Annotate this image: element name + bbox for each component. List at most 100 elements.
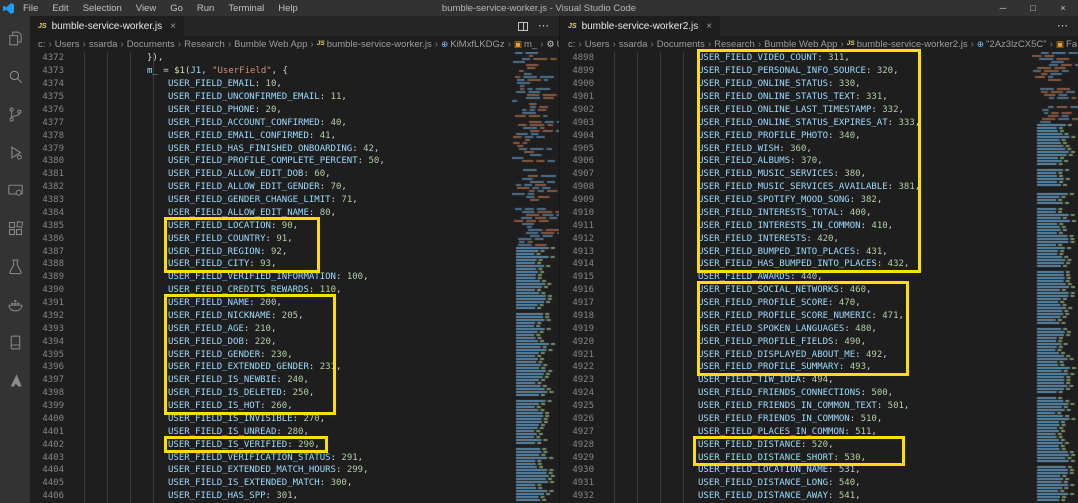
breadcrumb-item[interactable]: Bumble Web App — [234, 39, 307, 50]
code-line[interactable]: 4905USER_FIELD_WISH: 360, — [560, 142, 1078, 155]
breadcrumb-item[interactable]: ⚙U — [547, 39, 559, 50]
code-line[interactable]: 4384USER_FIELD_ALLOW_EDIT_NAME: 80, — [30, 207, 559, 220]
menu-edit[interactable]: Edit — [45, 0, 75, 16]
menu-terminal[interactable]: Terminal — [221, 0, 271, 16]
code-line[interactable]: 4918USER_FIELD_PROFILE_SCORE_NUMERIC: 47… — [560, 310, 1078, 323]
menu-help[interactable]: Help — [271, 0, 305, 16]
code-line[interactable]: 4916USER_FIELD_SOCIAL_NETWORKS: 460, — [560, 284, 1078, 297]
breadcrumb-item[interactable]: Bumble Web App — [764, 39, 837, 50]
code-line[interactable]: 4402USER_FIELD_IS_VERIFIED: 290, — [30, 438, 559, 451]
code-line[interactable]: 4380USER_FIELD_PROFILE_COMPLETE_PERCENT:… — [30, 155, 559, 168]
code-line[interactable]: 4393USER_FIELD_AGE: 210, — [30, 322, 559, 335]
code-line[interactable]: 4919USER_FIELD_SPOKEN_LANGUAGES: 480, — [560, 322, 1078, 335]
code-line[interactable]: 4391USER_FIELD_NAME: 200, — [30, 297, 559, 310]
code-line[interactable]: 4396USER_FIELD_EXTENDED_GENDER: 231, — [30, 361, 559, 374]
explorer-icon[interactable] — [0, 19, 30, 57]
code-line[interactable]: 4925USER_FIELD_FRIENDS_IN_COMMON_TEXT: 5… — [560, 400, 1078, 413]
breadcrumb-item[interactable]: Users — [585, 39, 610, 50]
code-line[interactable]: 4921USER_FIELD_DISPLAYED_ABOUT_ME: 492, — [560, 348, 1078, 361]
code-line[interactable]: 4390USER_FIELD_CREDITS_REWARDS: 110, — [30, 284, 559, 297]
code-line[interactable]: 4373m_ = $1(J1, "UserField", { — [30, 65, 559, 78]
code-line[interactable]: 4400USER_FIELD_IS_INVISIBLE: 270, — [30, 413, 559, 426]
code-line[interactable]: 4404USER_FIELD_EXTENDED_MATCH_HOURS: 299… — [30, 464, 559, 477]
code-line[interactable]: 4909USER_FIELD_SPOTIFY_MOOD_SONG: 382, — [560, 194, 1078, 207]
code-line[interactable]: 4927USER_FIELD_PLACES_IN_COMMON: 511, — [560, 425, 1078, 438]
code-line[interactable]: 4372}), — [30, 52, 559, 65]
menu-selection[interactable]: Selection — [76, 0, 129, 16]
menu-file[interactable]: File — [16, 0, 45, 16]
search-icon[interactable] — [0, 57, 30, 95]
minimize-button[interactable]: ─ — [988, 0, 1018, 16]
code-line[interactable]: 4900USER_FIELD_ONLINE_STATUS: 330, — [560, 78, 1078, 91]
minimap[interactable] — [507, 52, 559, 503]
breadcrumb-item[interactable]: ▣Fa — [1056, 39, 1077, 50]
code-line[interactable]: 4910USER_FIELD_INTERESTS_TOTAL: 400, — [560, 207, 1078, 220]
breadcrumb-item[interactable]: ▣m_ — [514, 39, 537, 50]
code-line[interactable]: 4378USER_FIELD_EMAIL_CONFIRMED: 41, — [30, 129, 559, 142]
breadcrumb-item[interactable]: c: — [38, 39, 45, 50]
breadcrumb-item[interactable]: ssarda — [619, 39, 648, 50]
code-line[interactable]: 4376USER_FIELD_PHONE: 20, — [30, 104, 559, 117]
code-line[interactable]: 4899USER_FIELD_PERSONAL_INFO_SOURCE: 320… — [560, 65, 1078, 78]
code-line[interactable]: 4388USER_FIELD_CITY: 93, — [30, 258, 559, 271]
code-line[interactable]: 4915USER_FIELD_AWARDS: 440, — [560, 271, 1078, 284]
code-line[interactable]: 4928USER_FIELD_DISTANCE: 520, — [560, 438, 1078, 451]
code-line[interactable]: 4908USER_FIELD_MUSIC_SERVICES_AVAILABLE:… — [560, 181, 1078, 194]
maximize-restore-button[interactable]: □ — [1018, 0, 1048, 16]
code-line[interactable]: 4377USER_FIELD_ACCOUNT_CONFIRMED: 40, — [30, 116, 559, 129]
code-line[interactable]: 4397USER_FIELD_IS_NEWBIE: 240, — [30, 374, 559, 387]
code-line[interactable]: 4381USER_FIELD_ALLOW_EDIT_DOB: 60, — [30, 168, 559, 181]
code-line[interactable]: 4405USER_FIELD_IS_EXTENDED_MATCH: 300, — [30, 477, 559, 490]
breadcrumb-item[interactable]: ssarda — [89, 39, 118, 50]
code-line[interactable]: 4924USER_FIELD_FRIENDS_CONNECTIONS: 500, — [560, 387, 1078, 400]
code-line[interactable]: 4375USER_FIELD_UNCONFIRMED_EMAIL: 11, — [30, 91, 559, 104]
code-line[interactable]: 4406USER_FIELD_HAS_SPP: 301, — [30, 490, 559, 503]
tab-bumble-service-worker2[interactable]: JS bumble-service-worker2.js × — [560, 16, 720, 36]
code-line[interactable]: 4395USER_FIELD_GENDER: 230, — [30, 348, 559, 361]
code-line[interactable]: 4399USER_FIELD_IS_HOT: 260, — [30, 400, 559, 413]
code-line[interactable]: 4920USER_FIELD_PROFILE_FIELDS: 490, — [560, 335, 1078, 348]
breadcrumb-item[interactable]: Users — [55, 39, 80, 50]
breadcrumb-item[interactable]: Documents — [127, 39, 175, 50]
code-line[interactable]: 4389USER_FIELD_VERIFIED_INFORMATION: 100… — [30, 271, 559, 284]
code-line[interactable]: 4932USER_FIELD_DISTANCE_AWAY: 541, — [560, 490, 1078, 503]
breadcrumb-item[interactable]: c: — [568, 39, 575, 50]
code-line[interactable]: 4386USER_FIELD_COUNTRY: 91, — [30, 232, 559, 245]
code-line[interactable]: 4930USER_FIELD_LOCATION_NAME: 531, — [560, 464, 1078, 477]
source-control-icon[interactable] — [0, 95, 30, 133]
docker-icon[interactable] — [0, 285, 30, 323]
breadcrumb-item[interactable]: JSbumble-service-worker2.js — [847, 39, 968, 50]
menu-go[interactable]: Go — [163, 0, 190, 16]
close-button[interactable]: × — [1048, 0, 1078, 16]
code-line[interactable]: 4398USER_FIELD_IS_DELETED: 250, — [30, 387, 559, 400]
code-line[interactable]: 4374USER_FIELD_EMAIL: 10, — [30, 78, 559, 91]
code-line[interactable]: 4906USER_FIELD_ALBUMS: 370, — [560, 155, 1078, 168]
more-actions-icon[interactable]: ⋯ — [538, 21, 549, 32]
menu-run[interactable]: Run — [190, 0, 221, 16]
code-line[interactable]: 4904USER_FIELD_PROFILE_PHOTO: 340, — [560, 129, 1078, 142]
code-line[interactable]: 4914USER_FIELD_HAS_BUMPED_INTO_PLACES: 4… — [560, 258, 1078, 271]
run-and-debug-icon[interactable] — [0, 133, 30, 171]
code-line[interactable]: 4901USER_FIELD_ONLINE_STATUS_TEXT: 331, — [560, 91, 1078, 104]
code-line[interactable]: 4383USER_FIELD_GENDER_CHANGE_LIMIT: 71, — [30, 194, 559, 207]
breadcrumb-item[interactable]: Research — [184, 39, 225, 50]
code-line[interactable]: 4902USER_FIELD_ONLINE_LAST_TIMESTAMP: 33… — [560, 104, 1078, 117]
breadcrumb-item[interactable]: ⊕"2Az3lzCX5C" — [977, 39, 1047, 50]
code-line[interactable]: 4912USER_FIELD_INTERESTS: 420, — [560, 232, 1078, 245]
code-editor[interactable]: 4372}),4373m_ = $1(J1, "UserField", {437… — [30, 52, 559, 503]
code-line[interactable]: 4929USER_FIELD_DISTANCE_SHORT: 530, — [560, 451, 1078, 464]
breadcrumb-item[interactable]: Documents — [657, 39, 705, 50]
menu-view[interactable]: View — [129, 0, 163, 16]
code-line[interactable]: 4911USER_FIELD_INTERESTS_IN_COMMON: 410, — [560, 219, 1078, 232]
close-tab-icon[interactable]: × — [706, 21, 712, 32]
code-line[interactable]: 4401USER_FIELD_IS_UNREAD: 280, — [30, 425, 559, 438]
code-line[interactable]: 4913USER_FIELD_BUMPED_INTO_PLACES: 431, — [560, 245, 1078, 258]
split-editor-icon[interactable] — [518, 22, 528, 31]
more-actions-icon[interactable]: ⋯ — [1057, 21, 1068, 32]
code-line[interactable]: 4385USER_FIELD_LOCATION: 90, — [30, 219, 559, 232]
code-line[interactable]: 4382USER_FIELD_ALLOW_EDIT_GENDER: 70, — [30, 181, 559, 194]
code-line[interactable]: 4392USER_FIELD_NICKNAME: 205, — [30, 310, 559, 323]
testing-icon[interactable] — [0, 247, 30, 285]
extensions-icon[interactable] — [0, 209, 30, 247]
code-line[interactable]: 4387USER_FIELD_REGION: 92, — [30, 245, 559, 258]
